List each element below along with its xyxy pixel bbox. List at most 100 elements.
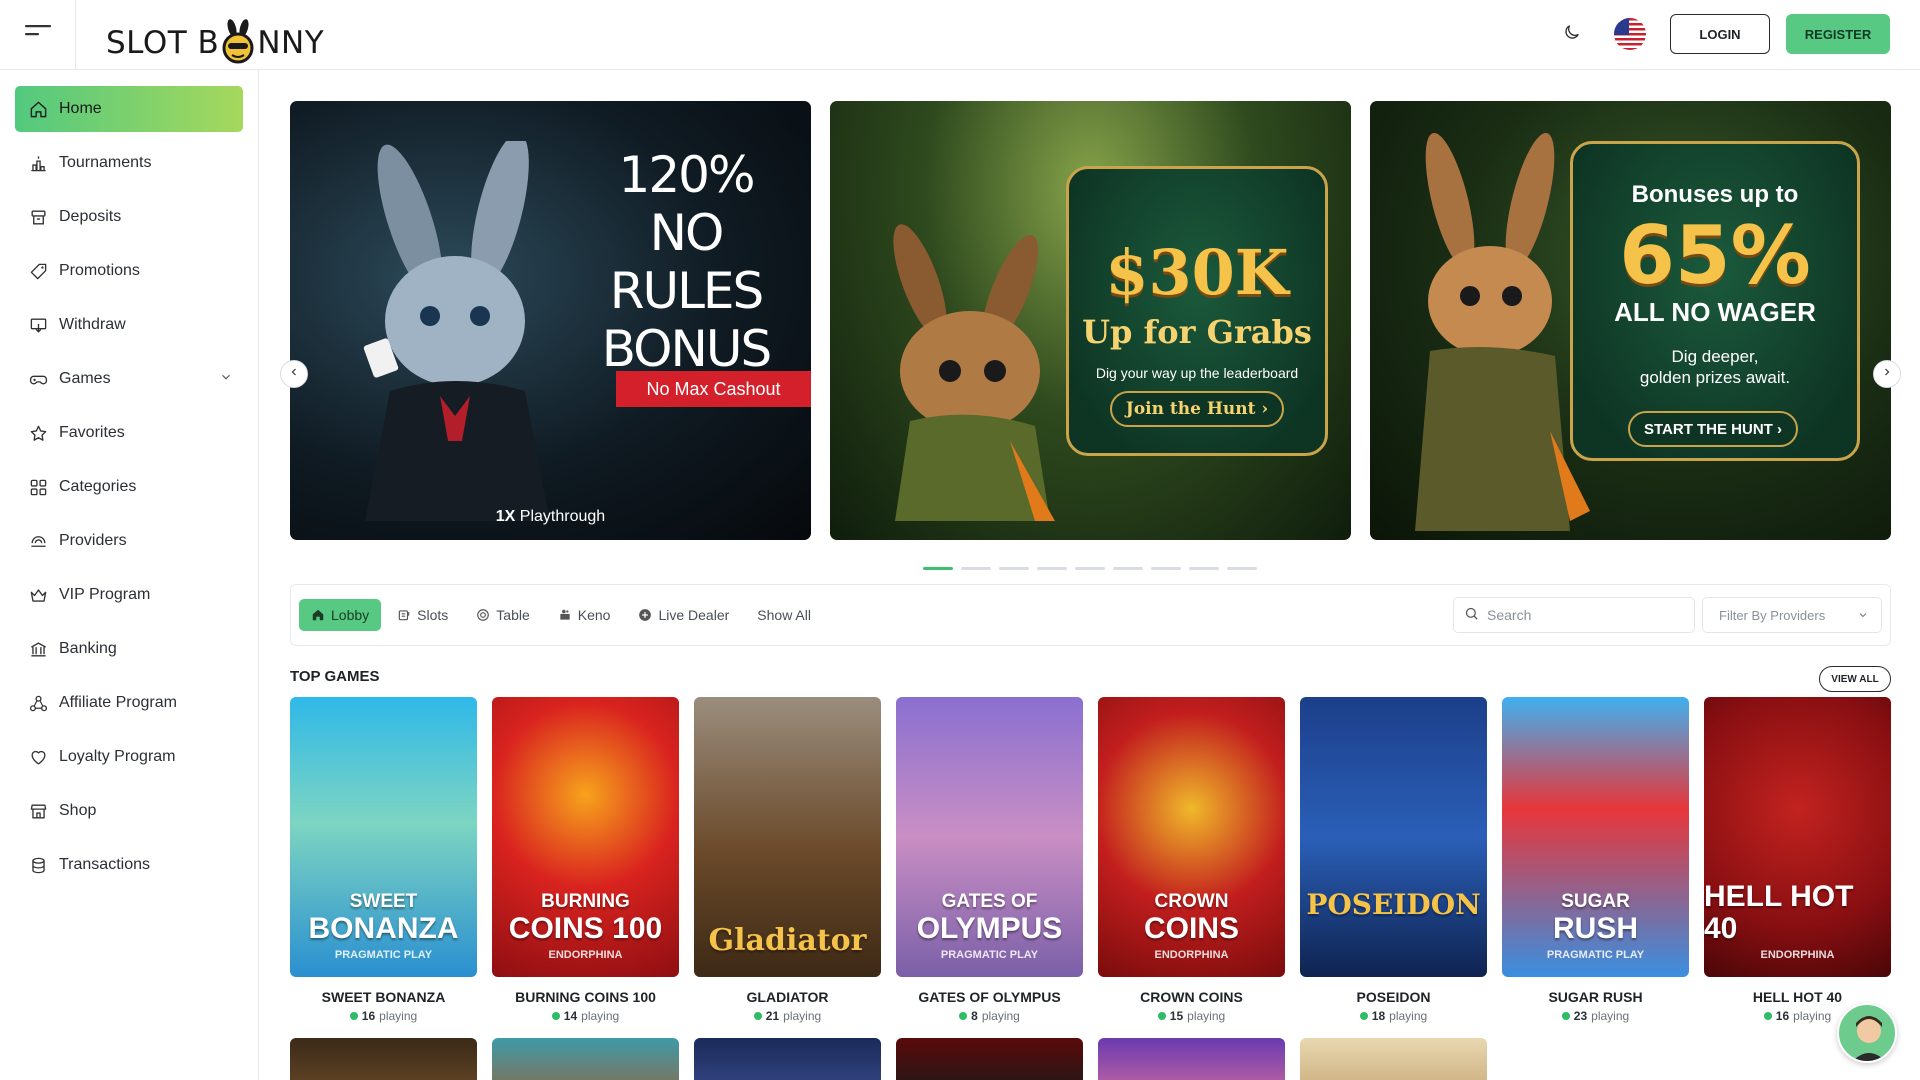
plus-circle-icon	[638, 608, 652, 622]
providers-icon	[28, 531, 48, 551]
game-thumbnail[interactable]	[1098, 1038, 1285, 1080]
sidebar-item-categories[interactable]: Categories	[15, 464, 243, 510]
tab-show-all[interactable]: Show All	[745, 599, 823, 631]
sidebar-item-affiliate-program[interactable]: Affiliate Program	[15, 680, 243, 726]
game-thumbnail[interactable]: POSEIDON	[1300, 697, 1487, 977]
game-thumbnail[interactable]: CROWN COINS ENDORPHINA	[1098, 697, 1285, 977]
players-count: 14 playing	[492, 1009, 679, 1023]
sidebar-item-shop[interactable]: Shop	[15, 788, 243, 834]
game-thumbnail[interactable]	[694, 1038, 881, 1080]
game-thumbnail[interactable]: HELL HOT 40 ENDORPHINA	[1704, 697, 1891, 977]
slots-icon	[397, 608, 411, 622]
more-games-row	[290, 1038, 1487, 1080]
sidebar-item-favorites[interactable]: Favorites	[15, 410, 243, 456]
promo-banner-no-rules-bonus[interactable]: 120% NO RULES BONUS No Max Cashout 1X Pl…	[290, 101, 811, 540]
game-thumbnail[interactable]: SUGAR RUSH PRAGMATIC PLAY	[1502, 697, 1689, 977]
banner1-playthrough: 1X Playthrough	[290, 508, 811, 526]
sidebar-item-providers[interactable]: Providers	[15, 518, 243, 564]
banner1-tag: No Max Cashout	[616, 371, 811, 407]
sidebar-item-label: Tournaments	[59, 154, 152, 171]
game-thumbnail[interactable]: GATES OF OLYMPUS PRAGMATIC PLAY	[896, 697, 1083, 977]
tab-live-dealer[interactable]: Live Dealer	[626, 599, 741, 631]
game-card[interactable]: CROWN COINS ENDORPHINA CROWN COINS 15 pla…	[1098, 697, 1285, 1023]
slot-bunny-logo[interactable]: SLOT B NNY	[106, 9, 324, 63]
carousel-dot[interactable]	[1113, 567, 1143, 570]
menu-toggle-button[interactable]	[0, 0, 76, 70]
game-thumbnail[interactable]	[1300, 1038, 1487, 1080]
game-card[interactable]: SWEET BONANZA PRAGMATIC PLAY SWEET BONAN…	[290, 697, 477, 1023]
promo-banner-65-no-wager[interactable]: Bonuses up to 65% ALL NO WAGER Dig deepe…	[1370, 101, 1891, 540]
carousel-dot[interactable]	[961, 567, 991, 570]
sidebar-item-home[interactable]: Home	[15, 86, 243, 132]
game-thumbnail[interactable]	[290, 1038, 477, 1080]
game-card[interactable]: Gladiator GLADIATOR 21 playing	[694, 697, 881, 1023]
grid-icon	[28, 477, 48, 497]
sidebar-item-label: Home	[59, 100, 102, 117]
sidebar-item-transactions[interactable]: Transactions	[15, 842, 243, 888]
game-card[interactable]: SUGAR RUSH PRAGMATIC PLAY SUGAR RUSH 23 p…	[1502, 697, 1689, 1023]
players-count: 16 playing	[290, 1009, 477, 1023]
tab-table[interactable]: Table	[464, 599, 541, 631]
sidebar-item-label: Loyalty Program	[59, 748, 176, 765]
section-title-top-games: TOP GAMES	[290, 668, 380, 685]
carousel-dot[interactable]	[1037, 567, 1067, 570]
game-card[interactable]: HELL HOT 40 ENDORPHINA HELL HOT 40 16 pla…	[1704, 697, 1891, 1023]
sidebar-item-withdraw[interactable]: Withdraw	[15, 302, 243, 348]
game-thumbnail[interactable]	[896, 1038, 1083, 1080]
sidebar-item-games[interactable]: Games	[15, 356, 243, 402]
chevron-down-icon[interactable]	[219, 370, 233, 389]
banner3-tagline-line: golden prizes await.	[1639, 368, 1791, 387]
sidebar-item-promotions[interactable]: Promotions	[15, 248, 243, 294]
tab-keno[interactable]: Keno	[546, 599, 623, 631]
tab-label: Show All	[757, 607, 811, 623]
players-label: playing	[1187, 1009, 1226, 1023]
carousel-prev-button[interactable]	[280, 360, 308, 388]
bunny-icon	[220, 18, 256, 63]
view-all-button[interactable]: VIEW ALL	[1819, 666, 1891, 692]
sidebar-item-banking[interactable]: Banking	[15, 626, 243, 672]
podium-icon	[28, 153, 48, 173]
carousel-next-button[interactable]	[1873, 360, 1901, 388]
sidebar-item-loyalty-program[interactable]: Loyalty Program	[15, 734, 243, 780]
provider-filter-select[interactable]: Filter By Providers	[1702, 597, 1882, 633]
promo-carousel: 120% NO RULES BONUS No Max Cashout 1X Pl…	[280, 101, 1901, 540]
join-the-hunt-button[interactable]: Join the Hunt ›	[1110, 391, 1284, 427]
carousel-dot[interactable]	[1189, 567, 1219, 570]
tab-slots[interactable]: Slots	[385, 599, 460, 631]
playthrough-text: Playthrough	[515, 508, 606, 525]
top-header: SLOT B NNY LOGIN REGISTER	[0, 0, 1920, 70]
sidebar-item-tournaments[interactable]: Tournaments	[15, 140, 243, 186]
carousel-dot[interactable]	[1227, 567, 1257, 570]
crown-icon	[28, 585, 48, 605]
game-thumbnail[interactable]: BURNING COINS 100 ENDORPHINA	[492, 697, 679, 977]
game-thumbnail[interactable]	[492, 1038, 679, 1080]
game-title-top: GATES OF	[941, 891, 1038, 912]
promo-banner-30k-leaderboard[interactable]: $30K Up for Grabs Dig your way up the le…	[830, 101, 1351, 540]
login-button[interactable]: LOGIN	[1670, 14, 1770, 54]
game-thumbnail[interactable]: Gladiator	[694, 697, 881, 977]
transactions-icon	[28, 855, 48, 875]
dark-mode-toggle[interactable]	[1554, 16, 1590, 52]
carousel-dot[interactable]	[923, 567, 953, 570]
us-flag-icon[interactable]	[1614, 18, 1646, 50]
register-button[interactable]: REGISTER	[1786, 14, 1890, 54]
game-title-main: OLYMPUS	[916, 912, 1063, 945]
start-the-hunt-button[interactable]: START THE HUNT ›	[1628, 411, 1798, 447]
tab-lobby[interactable]: Lobby	[299, 599, 382, 631]
game-card[interactable]: GATES OF OLYMPUS PRAGMATIC PLAY GATES OF…	[896, 697, 1083, 1023]
game-name: SUGAR RUSH	[1548, 989, 1643, 1005]
game-card[interactable]: POSEIDON POSEIDON 18 playing	[1300, 697, 1487, 1023]
game-thumbnail[interactable]: SWEET BONANZA PRAGMATIC PLAY	[290, 697, 477, 977]
sidebar-item-deposits[interactable]: Deposits	[15, 194, 243, 240]
players-label: playing	[1591, 1009, 1630, 1023]
search-input[interactable]	[1487, 607, 1677, 623]
carousel-dot[interactable]	[1075, 567, 1105, 570]
carousel-dot[interactable]	[999, 567, 1029, 570]
support-chat-avatar[interactable]	[1837, 1003, 1897, 1063]
game-card[interactable]: BURNING COINS 100 ENDORPHINA BURNING COI…	[492, 697, 679, 1023]
sidebar-item-vip-program[interactable]: VIP Program	[15, 572, 243, 618]
search-box[interactable]	[1453, 597, 1695, 633]
game-title-main: RUSH	[1552, 912, 1638, 945]
carousel-dot[interactable]	[1151, 567, 1181, 570]
rabbit-explorer-illustration	[893, 224, 1055, 521]
